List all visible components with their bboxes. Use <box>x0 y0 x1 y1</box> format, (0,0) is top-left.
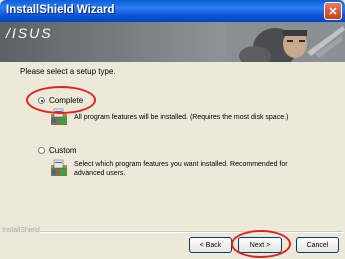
asus-logo: /ISUS <box>6 25 53 41</box>
window-title: InstallShield Wizard <box>6 4 115 16</box>
complete-highlight-annotation <box>26 86 96 114</box>
footer-divider <box>40 231 343 232</box>
back-button[interactable]: < Back <box>189 237 232 253</box>
title-bar: InstallShield Wizard ✕ <box>0 0 345 22</box>
header-banner: /ISUS <box>0 22 345 62</box>
banner-character-art <box>225 22 345 62</box>
close-button[interactable]: ✕ <box>324 2 342 20</box>
complete-option-description: All program features will be installed. … <box>74 114 289 121</box>
custom-radio[interactable] <box>38 147 45 154</box>
install-package-icon <box>51 159 67 176</box>
custom-option-description: Select which program features you want i… <box>74 161 288 177</box>
installshield-brand: InstallShield <box>2 227 40 234</box>
custom-option-label[interactable]: Custom <box>49 146 77 155</box>
close-icon: ✕ <box>328 5 338 18</box>
cancel-button[interactable]: Cancel <box>296 237 339 253</box>
next-highlight-annotation <box>231 230 291 258</box>
setup-type-prompt: Please select a setup type. <box>20 67 116 76</box>
installer-window: InstallShield Wizard ✕ /ISUS Please sele… <box>0 0 345 259</box>
